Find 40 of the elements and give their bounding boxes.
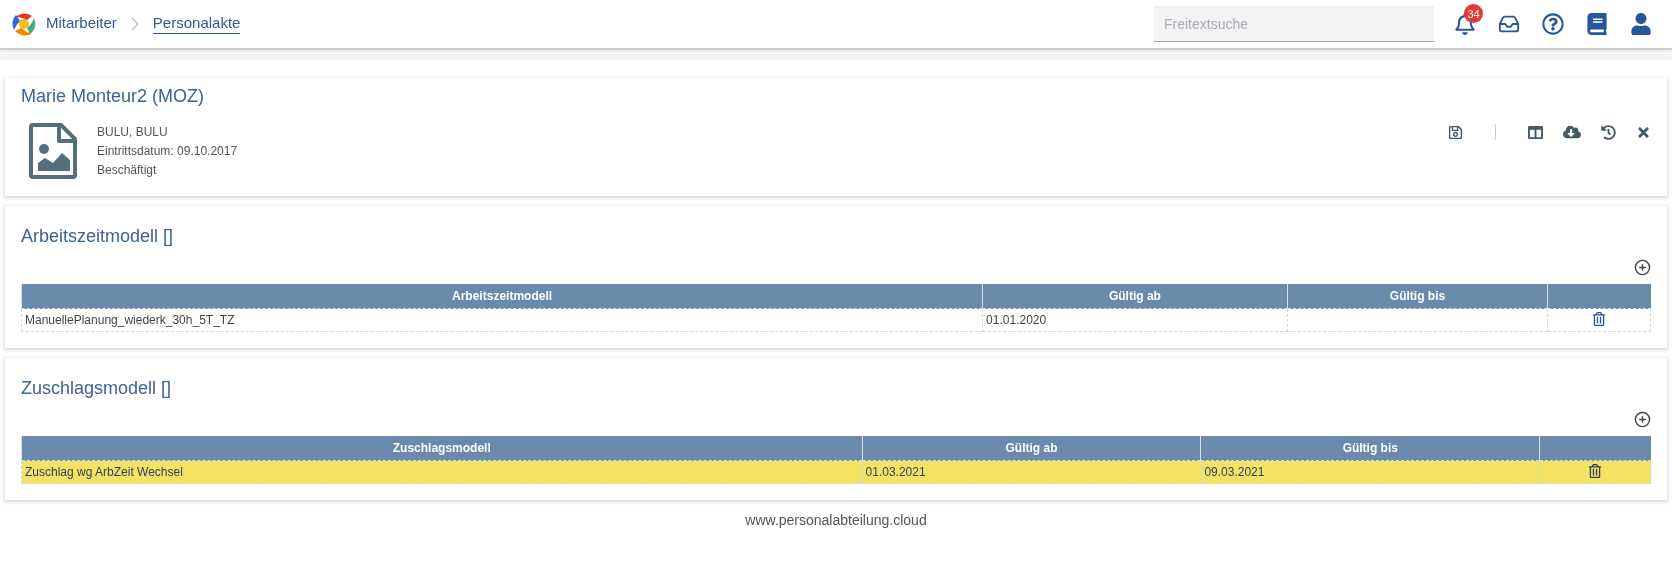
history-icon[interactable] — [1601, 124, 1616, 140]
close-icon[interactable] — [1636, 124, 1651, 140]
table-cell: 01.03.2021 — [865, 465, 926, 479]
inbox-icon[interactable] — [1498, 13, 1520, 35]
section-title: Arbeitszeitmodell [] — [21, 226, 175, 247]
chevron-icon — [130, 17, 139, 31]
column-header: Zuschlagsmodell — [21, 436, 863, 461]
add-icon[interactable] — [1634, 259, 1651, 276]
app-logo — [10, 10, 38, 38]
columns-icon[interactable] — [1528, 124, 1543, 140]
image-file-icon — [29, 123, 77, 179]
book-icon[interactable] — [1586, 13, 1608, 35]
footer-text: www.personalabteilung.cloud — [744, 512, 928, 528]
add-icon[interactable] — [1634, 411, 1651, 428]
cloud-download-icon[interactable] — [1563, 123, 1581, 141]
employee-info: Beschäftigt — [97, 162, 158, 179]
breadcrumb-link[interactable]: Personalakte — [152, 14, 241, 34]
column-header: Arbeitszeitmodell — [21, 284, 983, 309]
employee-name: Marie Monteur2 (MOZ) — [21, 86, 206, 107]
table-row[interactable]: ManuellePlanung_wiederk_30h_5T_TZ 01.01.2020 — [21, 308, 1651, 332]
employee-info: BULU, BULU — [97, 124, 169, 141]
table-cell: Zuschlag wg ArbZeit Wechsel — [25, 465, 183, 479]
user-icon[interactable] — [1630, 13, 1652, 35]
save-icon[interactable] — [1448, 124, 1463, 140]
table-cell: 09.03.2021 — [1204, 465, 1265, 479]
trash-icon[interactable] — [1592, 311, 1607, 326]
search-field[interactable]: Freitextsuche — [1154, 6, 1434, 42]
column-header: Gültig ab — [862, 436, 1201, 461]
notification-badge: 34 — [1464, 4, 1483, 23]
breadcrumb-link[interactable]: Mitarbeiter — [46, 14, 117, 34]
column-header: Gültig bis — [1200, 436, 1540, 461]
employee-info: Eintrittsdatum: 09.10.2017 — [97, 143, 238, 160]
table-cell: 01.01.2020 — [986, 313, 1047, 327]
column-header: Gültig bis — [1287, 284, 1548, 309]
table-cell: ManuellePlanung_wiederk_30h_5T_TZ — [25, 313, 235, 327]
table-row[interactable]: Zuschlag wg ArbZeit Wechsel 01.03.2021 09.03.2021 — [21, 460, 1651, 484]
trash-icon[interactable] — [1588, 463, 1603, 478]
section-title: Zuschlagsmodell [] — [21, 378, 173, 399]
column-header: Gültig ab — [982, 284, 1288, 309]
help-icon[interactable] — [1542, 13, 1564, 35]
